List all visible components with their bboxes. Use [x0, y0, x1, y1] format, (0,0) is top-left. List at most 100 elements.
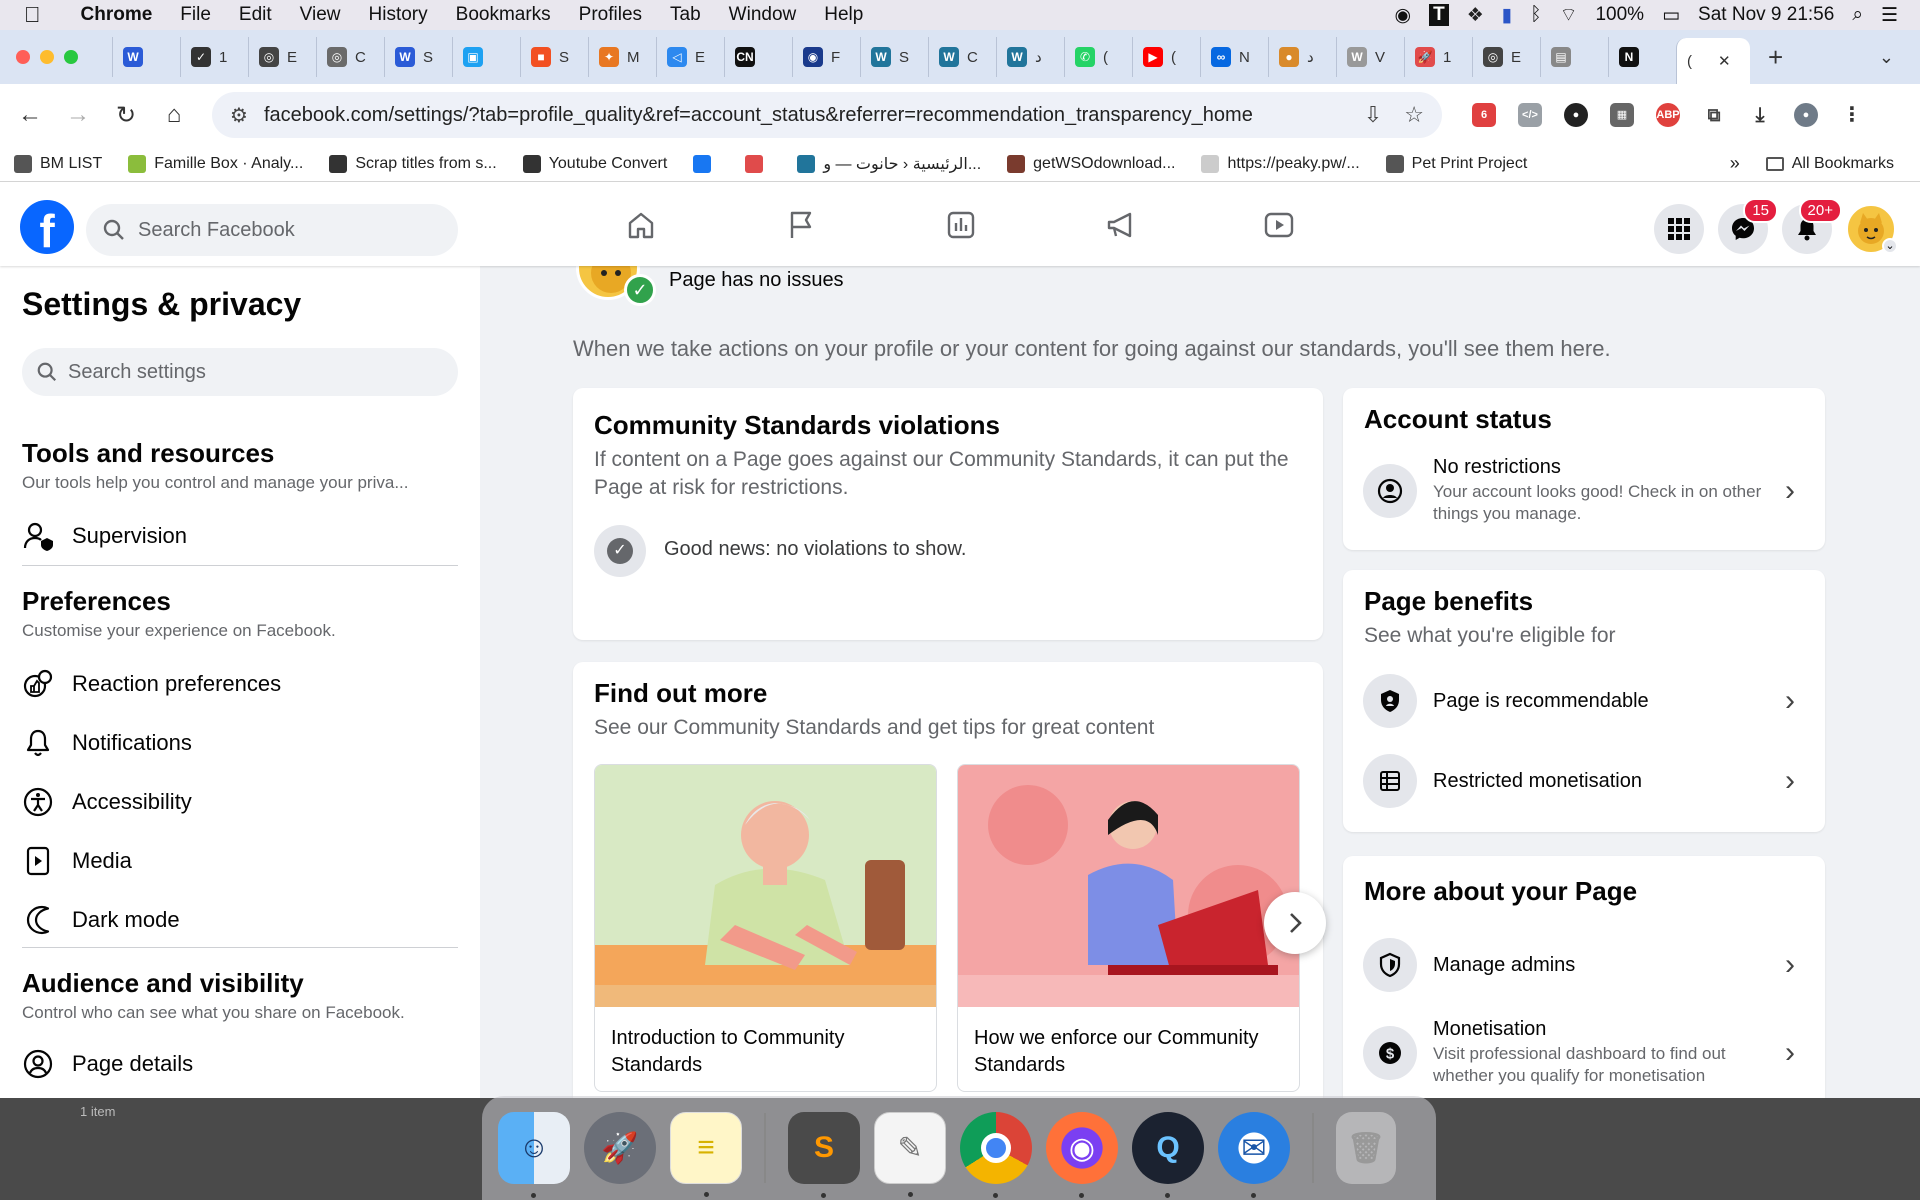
close-tab-icon[interactable]: ✕: [1718, 52, 1731, 70]
sidebar-item-supervision[interactable]: Supervision: [22, 520, 187, 552]
extensions-puzzle-icon[interactable]: ⧉: [1702, 103, 1726, 127]
forward-button[interactable]: →: [54, 101, 102, 129]
resource-card-intro[interactable]: Introduction to Community Standards: [594, 764, 937, 1092]
reload-button[interactable]: ↻: [102, 101, 150, 130]
menu-tab[interactable]: Tab: [656, 4, 715, 26]
browser-tab[interactable]: WV: [1336, 37, 1404, 77]
sidebar-item-page-details[interactable]: Page details: [22, 1048, 193, 1080]
tab-search-chevron-icon[interactable]: ⌄: [1879, 47, 1920, 68]
browser-tab[interactable]: (✕: [1676, 38, 1750, 84]
browser-tab[interactable]: ▤: [1540, 37, 1608, 77]
apple-icon[interactable]: : [0, 2, 55, 28]
settings-search-input[interactable]: Search settings: [22, 348, 458, 396]
sublime-text-icon[interactable]: S: [788, 1112, 860, 1198]
sidebar-item-notifications[interactable]: Notifications: [22, 727, 192, 759]
browser-tab[interactable]: ✓ 1: [180, 37, 248, 77]
textedit-icon[interactable]: ✎: [874, 1112, 946, 1197]
more-row-manage-admins[interactable]: Manage admins ›: [1363, 938, 1805, 992]
menu-help[interactable]: Help: [810, 4, 877, 26]
account-status-row[interactable]: No restrictions Your account looks good!…: [1363, 456, 1805, 525]
menu-bookmarks[interactable]: Bookmarks: [442, 4, 565, 26]
messenger-button[interactable]: 15: [1718, 198, 1778, 254]
browser-tab[interactable]: ▣: [452, 37, 520, 77]
clock[interactable]: Sat Nov 9 21:56: [1698, 4, 1834, 26]
menu-file[interactable]: File: [166, 4, 225, 26]
flag-icon[interactable]: ▮: [1502, 4, 1512, 27]
carousel-next-button[interactable]: [1264, 892, 1326, 954]
benefit-row-monetisation[interactable]: Restricted monetisation ›: [1363, 754, 1805, 808]
trash-icon[interactable]: 🗑: [1336, 1112, 1396, 1184]
menu-app-name[interactable]: Chrome: [55, 4, 167, 26]
all-bookmarks-button[interactable]: All Bookmarks: [1765, 155, 1894, 173]
browser-tab[interactable]: ◎ E: [1472, 37, 1540, 77]
bookmarks-overflow-icon[interactable]: »: [1730, 153, 1740, 174]
browser-tab[interactable]: W: [112, 37, 180, 77]
account-chevron-down-icon[interactable]: ⌄: [1882, 238, 1898, 254]
menu-grid-button[interactable]: [1654, 204, 1704, 254]
bluetooth-icon[interactable]: ᛒ: [1530, 4, 1541, 26]
control-center-icon[interactable]: ☰: [1881, 4, 1898, 27]
browser-tab[interactable]: ◉ F: [792, 37, 860, 77]
sidebar-item-accessibility[interactable]: Accessibility: [22, 786, 192, 818]
browser-tab[interactable]: ▶(: [1132, 37, 1200, 77]
bookmark-item[interactable]: getWSOdownload...: [1007, 154, 1175, 173]
address-bar[interactable]: ⚙ facebook.com/settings/?tab=profile_qua…: [212, 92, 1442, 138]
facebook-logo-icon[interactable]: f: [20, 200, 74, 254]
extension-qr-icon[interactable]: ▦: [1610, 103, 1634, 127]
browser-tab[interactable]: WS: [384, 37, 452, 77]
bookmark-item[interactable]: [745, 154, 771, 173]
sidebar-item-dark-mode[interactable]: Dark mode: [22, 904, 180, 936]
browser-tab[interactable]: ✦ M: [588, 37, 656, 77]
adblock-icon[interactable]: ABP: [1656, 103, 1680, 127]
menu-view[interactable]: View: [286, 4, 355, 26]
bookmark-star-icon[interactable]: ☆: [1404, 102, 1424, 128]
menu-history[interactable]: History: [355, 4, 442, 26]
extension-color-icon[interactable]: ●: [1564, 103, 1588, 127]
browser-tab[interactable]: 🚀 1: [1404, 37, 1472, 77]
browser-tab[interactable]: WS: [860, 37, 928, 77]
address-url[interactable]: facebook.com/settings/?tab=profile_quali…: [264, 104, 1364, 127]
notes-icon[interactable]: ≡: [670, 1112, 742, 1197]
chrome-icon[interactable]: [960, 1112, 1032, 1198]
browser-tab[interactable]: WC: [928, 37, 996, 77]
resource-card-enforce[interactable]: How we enforce our Community Standards: [957, 764, 1300, 1092]
install-app-icon[interactable]: ⇩: [1364, 102, 1382, 128]
browser-tab[interactable]: CN: [724, 37, 792, 77]
thunderbird-icon[interactable]: ✉: [1218, 1112, 1290, 1198]
bookmark-item[interactable]: Scrap titles from s...: [329, 154, 497, 173]
browser-tab[interactable]: ∞ N: [1200, 37, 1268, 77]
bookmark-item[interactable]: الرئيسية ‹ حانوت — و...: [797, 154, 981, 174]
zoom-window-button[interactable]: [64, 50, 78, 64]
site-settings-icon[interactable]: ⚙: [230, 103, 248, 128]
notifications-button[interactable]: 20+: [1782, 198, 1842, 254]
spotlight-icon[interactable]: ⌕: [1852, 4, 1863, 26]
pages-flag-icon[interactable]: [784, 208, 818, 242]
browser-menu-icon[interactable]: ⋮: [1840, 103, 1864, 127]
battery-icon[interactable]: ▭: [1662, 4, 1680, 27]
bookmark-item[interactable]: [693, 154, 719, 173]
browser-tab[interactable]: ● د: [1268, 37, 1336, 77]
extension-code-icon[interactable]: </>: [1518, 103, 1542, 127]
insights-chart-icon[interactable]: [944, 208, 978, 242]
benefit-row-recommendable[interactable]: Page is recommendable ›: [1363, 674, 1805, 728]
battery-percent[interactable]: 100%: [1595, 4, 1644, 26]
bookmark-item[interactable]: Famille Box · Analy...: [128, 154, 303, 173]
profile-avatar-icon[interactable]: ●: [1794, 103, 1818, 127]
minimize-window-button[interactable]: [40, 50, 54, 64]
bookmark-item[interactable]: https://peaky.pw/...: [1201, 154, 1360, 173]
browser-tab[interactable]: N: [1608, 37, 1676, 77]
finder-icon[interactable]: ☺: [498, 1112, 570, 1198]
back-button[interactable]: ←: [6, 101, 54, 129]
extension-calendar-icon[interactable]: 6: [1472, 103, 1496, 127]
downloads-icon[interactable]: ⤓: [1748, 103, 1772, 127]
home-button[interactable]: ⌂: [150, 101, 198, 129]
video-icon[interactable]: [1262, 208, 1296, 242]
dropbox-icon[interactable]: ❖: [1467, 4, 1484, 27]
more-row-monetisation[interactable]: $ Monetisation Visit professional dashbo…: [1363, 1018, 1805, 1087]
new-tab-button[interactable]: +: [1750, 42, 1801, 73]
quicktime-icon[interactable]: Q: [1132, 1112, 1204, 1198]
bookmark-item[interactable]: Youtube Convert: [522, 154, 667, 173]
close-window-button[interactable]: [16, 50, 30, 64]
status-app-icon[interactable]: ◉: [1394, 4, 1411, 27]
browser-tab[interactable]: ■ S: [520, 37, 588, 77]
